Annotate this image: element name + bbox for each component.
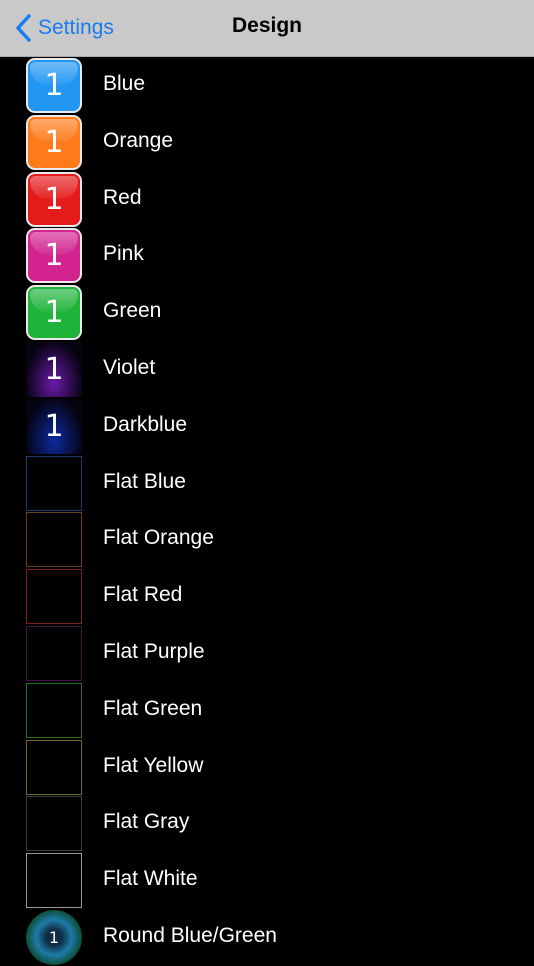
list-item-label: Flat White [103, 867, 198, 891]
list-item-label: Darkblue [103, 412, 188, 436]
list-item[interactable]: Flat Red [0, 568, 534, 625]
list-item[interactable]: 1 Round Blue/Green [0, 909, 534, 966]
theme-preview-pink-icon: 1 [26, 228, 82, 284]
list-item[interactable]: Flat Blue [0, 455, 534, 512]
list-item-label: Flat Orange [103, 526, 214, 550]
theme-preview-violet-icon: 1 [26, 341, 82, 397]
page-title: Design [231, 14, 302, 37]
theme-preview-darkblue-icon: 1 [26, 398, 82, 454]
theme-preview-flat-red-icon [26, 569, 82, 625]
theme-preview-flat-purple-icon [26, 625, 82, 681]
list-item[interactable]: 1 Pink [0, 227, 534, 284]
list-item[interactable]: Flat Gray [0, 795, 534, 852]
list-item[interactable]: Flat Yellow [0, 739, 534, 796]
theme-preview-flat-white-icon [26, 853, 82, 909]
theme-preview-flat-gray-icon [26, 796, 82, 852]
list-item[interactable]: 1 Darkblue [0, 398, 534, 455]
list-item-label: Green [103, 299, 162, 323]
list-item[interactable]: Flat Purple [0, 625, 534, 682]
theme-preview-flat-yellow-icon [26, 739, 82, 795]
list-item-label: Violet [103, 355, 156, 379]
icon-digit: 1 [44, 181, 64, 217]
theme-preview-red-icon: 1 [26, 171, 82, 227]
list-item[interactable]: 1 Red [0, 171, 534, 228]
list-item-label: Flat Gray [103, 810, 190, 834]
list-item-label: Round Blue/Green [103, 923, 277, 947]
icon-digit: 1 [44, 295, 64, 331]
icon-digit: 1 [44, 408, 64, 444]
theme-preview-flat-green-icon [26, 682, 82, 738]
icon-digit: 1 [44, 124, 64, 160]
icon-digit: 1 [44, 238, 64, 274]
list-item-label: Flat Yellow [103, 753, 204, 777]
theme-preview-flat-blue-icon [26, 455, 82, 511]
list-item-label: Flat Purple [103, 639, 205, 663]
list-item[interactable]: Flat White [0, 852, 534, 909]
icon-digit: 1 [44, 68, 64, 103]
theme-preview-round-blue-green-icon: 1 [26, 909, 82, 965]
list-item[interactable]: Flat Orange [0, 511, 534, 568]
list-item[interactable]: 1 Violet [0, 341, 534, 398]
list-item-label: Flat Blue [103, 469, 186, 493]
list-item[interactable]: 1 Green [0, 284, 534, 341]
list-item-label: Pink [103, 242, 144, 266]
navigation-bar: Settings Design [0, 0, 534, 57]
theme-preview-blue-icon: 1 [26, 58, 82, 113]
theme-preview-orange-icon: 1 [26, 114, 82, 170]
list-item[interactable]: 1 Orange [0, 114, 534, 171]
list-item-label: Flat Green [103, 696, 203, 720]
list-item-label: Orange [103, 128, 174, 152]
theme-preview-flat-orange-icon [26, 512, 82, 568]
icon-digit: 1 [48, 927, 60, 947]
icon-digit: 1 [44, 351, 64, 387]
list-item[interactable]: 1 Blue [0, 57, 534, 114]
list-item[interactable]: Flat Green [0, 682, 534, 739]
design-list: 1 Blue 1 Orange 1 Red 1 Pink 1 Green 1 Violet 1 Darkb… [0, 57, 534, 966]
list-item-label: Red [103, 185, 142, 209]
theme-preview-green-icon: 1 [26, 285, 82, 341]
list-item-label: Flat Red [103, 583, 183, 607]
list-item-label: Blue [103, 72, 146, 95]
